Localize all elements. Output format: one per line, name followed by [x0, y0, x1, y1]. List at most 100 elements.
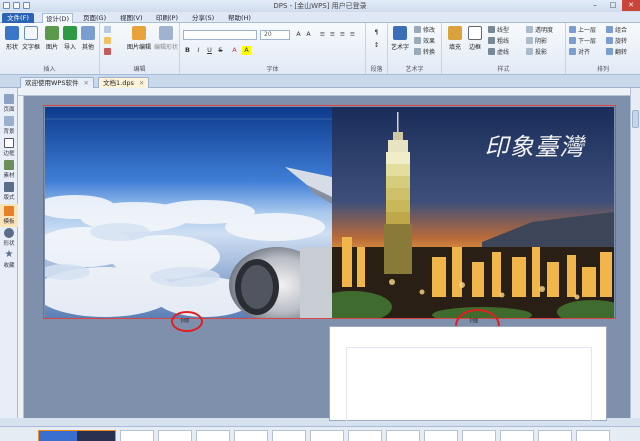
maximize-button[interactable]: □	[604, 0, 622, 11]
flip-button[interactable]: 翻转	[606, 48, 627, 57]
tab-share[interactable]: 分享(S)	[189, 13, 217, 23]
thumbnail-page[interactable]	[424, 430, 458, 441]
next-page[interactable]	[329, 326, 607, 422]
vertical-scrollbar[interactable]	[630, 88, 640, 418]
font-color-button[interactable]: A	[230, 46, 239, 55]
thumbnail-spread-1[interactable]	[38, 430, 116, 441]
thumbnail-page[interactable]	[500, 430, 534, 441]
thumbnail-page[interactable]	[348, 430, 382, 441]
bring-forward-button[interactable]: 上一层	[569, 26, 596, 35]
page-thumbnails	[0, 426, 640, 441]
ribbon: 形状 文字框 图片 导入 其他 插入 图片编辑 编辑形状 编辑 20 A A ≡…	[0, 23, 640, 75]
transform-icon	[414, 48, 421, 55]
projection-button[interactable]: 投影	[526, 48, 547, 57]
import-button[interactable]: 导入	[61, 26, 79, 51]
sidebar-item-favorites[interactable]: ★ 收藏	[0, 250, 18, 270]
border-button[interactable]: 边框	[466, 26, 484, 51]
thumbnail-page[interactable]	[120, 430, 154, 441]
sidebar-item-layout[interactable]: 版式	[0, 182, 18, 201]
strikethrough-button[interactable]: S	[216, 46, 225, 55]
dash-line-button[interactable]: 虚线	[488, 48, 509, 57]
sidebar-item-shape[interactable]: 形状	[0, 228, 18, 247]
tab-print[interactable]: 印刷(P)	[153, 13, 181, 23]
art-text-button[interactable]: 艺术字	[390, 26, 410, 51]
rotate-button[interactable]: 旋转	[606, 37, 627, 46]
thick-line-icon	[488, 37, 495, 44]
thumbnail-page[interactable]	[310, 430, 344, 441]
thumbnail-page[interactable]	[158, 430, 192, 441]
window-controls: – □ ✕	[586, 0, 640, 11]
art-transform-button[interactable]: 转换	[414, 48, 435, 57]
delete-tool[interactable]	[104, 48, 113, 57]
font-family-select[interactable]	[183, 30, 257, 40]
grow-font-button[interactable]: A	[294, 30, 303, 39]
underline-button[interactable]: U	[205, 46, 214, 55]
image-edit-button[interactable]: 图片编辑	[126, 26, 152, 51]
thumbnail-page[interactable]	[386, 430, 420, 441]
justify-icon[interactable]: ≡	[348, 30, 357, 39]
minimize-button[interactable]: –	[586, 0, 604, 11]
scroll-thumb[interactable]	[632, 110, 639, 128]
line-spacing-icon[interactable]: ↕	[372, 41, 381, 50]
thumbnail-page[interactable]	[462, 430, 496, 441]
sidebar-item-material[interactable]: 素材	[0, 160, 18, 179]
close-tab-icon[interactable]: ✕	[83, 79, 88, 87]
sidebar-item-template[interactable]: 模板	[0, 204, 18, 227]
shape-button[interactable]: 形状	[3, 26, 21, 51]
align-right-icon[interactable]: ≡	[338, 30, 347, 39]
align-center-icon[interactable]: ≡	[328, 30, 337, 39]
file-menu[interactable]: 文件(F)	[2, 13, 34, 23]
align-left-icon[interactable]: ≡	[318, 30, 327, 39]
sidebar-item-border[interactable]: 边框	[0, 138, 18, 157]
tab-page[interactable]: 页面(G)	[80, 13, 109, 23]
fill-button[interactable]: 填充	[446, 26, 464, 51]
thumbnail-page[interactable]	[234, 430, 268, 441]
paragraph-icon[interactable]: ¶	[372, 28, 381, 37]
transparency-icon	[526, 26, 533, 33]
highlight-circle-back	[171, 311, 203, 332]
line-type-button[interactable]: 线型	[488, 26, 509, 35]
shadow-button[interactable]: 阴影	[526, 37, 547, 46]
transparency-button[interactable]: 透明度	[526, 26, 553, 35]
bold-button[interactable]: B	[183, 46, 192, 55]
flip-icon	[606, 48, 613, 55]
align-button[interactable]: 对齐	[569, 48, 590, 57]
textbox-icon	[24, 26, 38, 40]
sidebar-item-page[interactable]: 页面	[0, 94, 18, 113]
cursor-icon	[104, 26, 111, 33]
select-tool[interactable]	[104, 26, 113, 35]
font-size-select[interactable]: 20	[260, 30, 290, 40]
thick-line-button[interactable]: 粗线	[488, 37, 509, 46]
italic-button[interactable]: I	[194, 46, 203, 55]
crop-tool[interactable]	[104, 37, 113, 46]
line-icon	[488, 26, 495, 33]
insert-group-label: 插入	[43, 66, 56, 73]
shape-icon	[4, 228, 14, 238]
tab-design[interactable]: 设计(D)	[42, 13, 74, 23]
page-icon	[4, 94, 14, 104]
border-style-icon	[468, 26, 482, 40]
thumbnail-page[interactable]	[272, 430, 306, 441]
send-backward-button[interactable]: 下一层	[569, 37, 596, 46]
tab-view[interactable]: 视图(V)	[117, 13, 146, 23]
sidebar-item-background[interactable]: 背景	[0, 116, 18, 135]
thumbnail-page[interactable]	[196, 430, 230, 441]
edit-group: 图片编辑 编辑形状 编辑	[100, 23, 180, 74]
group-button[interactable]: 组合	[606, 26, 627, 35]
close-tab-icon[interactable]: ✕	[139, 79, 144, 87]
art-effect-button[interactable]: 效果	[414, 37, 435, 46]
highlight-button[interactable]: A	[242, 46, 251, 55]
thumbnail-page[interactable]	[538, 430, 572, 441]
tab-document[interactable]: 文档1.dps ✕	[98, 77, 150, 88]
shrink-font-button[interactable]: A	[304, 30, 313, 39]
image-button[interactable]: 图片	[43, 26, 61, 51]
horizontal-ruler	[18, 88, 630, 96]
other-button[interactable]: 其他	[79, 26, 97, 51]
close-button[interactable]: ✕	[622, 0, 640, 11]
textbox-button[interactable]: 文字框	[22, 26, 40, 51]
tab-help[interactable]: 帮助(H)	[225, 13, 254, 23]
tab-welcome[interactable]: 欢迎使用WPS软件 ✕	[20, 77, 94, 88]
art-edit-button[interactable]: 修改	[414, 26, 435, 35]
thumbnail-page[interactable]	[576, 430, 610, 441]
edit-shape-button[interactable]: 编辑形状	[154, 26, 178, 51]
